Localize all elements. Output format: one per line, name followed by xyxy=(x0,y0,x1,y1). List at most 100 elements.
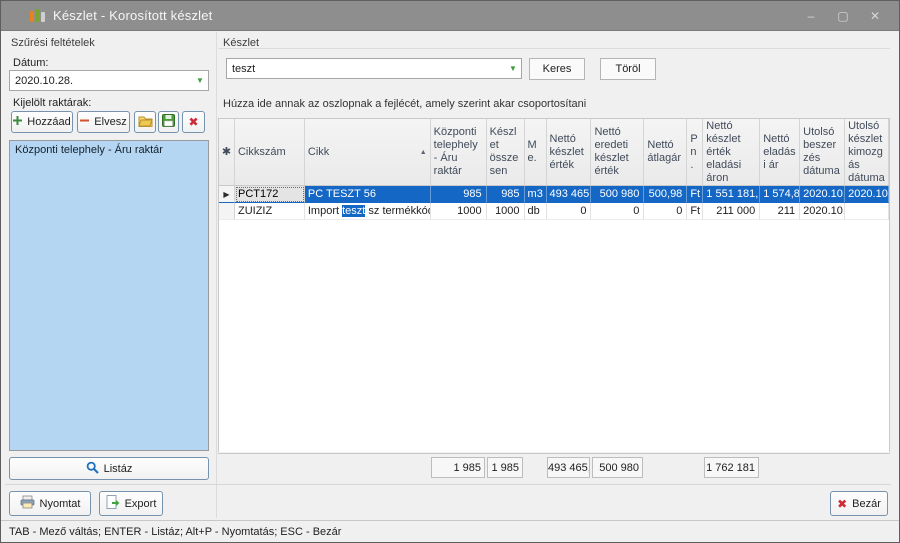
column-header-pn[interactable]: Pn. xyxy=(687,119,703,185)
stock-caption-line xyxy=(218,48,890,49)
column-header-label: Utolsó készlet kimozgás dátuma xyxy=(848,120,885,185)
export-icon xyxy=(106,495,120,512)
column-header-indicator[interactable]: ✱ xyxy=(219,119,235,185)
title-bar: Készlet - Korosított készlet – ▢ ✕ xyxy=(1,1,899,31)
red-x-icon: ✖ xyxy=(837,497,847,511)
close-window-button[interactable]: ✕ xyxy=(859,9,891,23)
cell-netto_keszlet[interactable]: 0 xyxy=(547,203,592,220)
export-button[interactable]: Export xyxy=(99,491,163,516)
search-button[interactable]: Keres xyxy=(529,58,585,80)
dialog-window: Készlet - Korosított készlet – ▢ ✕ Szűré… xyxy=(0,0,900,543)
summary-cell-cikk xyxy=(304,454,430,483)
cell-beszerzes[interactable]: 2020.10. xyxy=(800,186,845,203)
cell-kimozgas[interactable] xyxy=(845,203,889,220)
cell-cikk[interactable]: PC TESZT 56 xyxy=(305,186,431,203)
column-header-label: Központi telephely - Áru raktár xyxy=(434,126,483,178)
close-button-label: Bezár xyxy=(852,498,881,510)
cell-kimozgas[interactable]: 2020.10.27 xyxy=(845,186,889,203)
cell-kozponti[interactable]: 1000 xyxy=(431,203,487,220)
column-header-kimozgas[interactable]: Utolsó készlet kimozgás dátuma xyxy=(845,119,889,185)
cell-osszesen[interactable]: 985 xyxy=(487,186,525,203)
print-button-label: Nyomtat xyxy=(40,498,81,510)
print-button[interactable]: Nyomtat xyxy=(9,491,91,516)
column-header-netto_eredeti[interactable]: Nettó eredeti készlet érték xyxy=(591,119,644,185)
sort-ascending-icon: ▲ xyxy=(420,149,427,156)
cell-cikk[interactable]: Import teszt sz termékkód xyxy=(305,203,431,220)
date-combobox[interactable]: 2020.10.28. ▼ xyxy=(9,70,209,91)
cell-cikkszam[interactable]: PCT172 xyxy=(235,186,305,203)
cell-pn[interactable]: Ft xyxy=(687,186,703,203)
open-selection-button[interactable] xyxy=(134,111,156,133)
cell-pn[interactable]: Ft xyxy=(687,203,703,220)
cell-atlagar[interactable]: 0 xyxy=(644,203,687,220)
column-header-elad_aron[interactable]: Nettó készlet érték eladási áron xyxy=(703,119,760,185)
list-item[interactable]: Központi telephely - Áru raktár xyxy=(10,141,208,159)
cell-me[interactable]: db xyxy=(525,203,547,220)
column-header-osszesen[interactable]: Készlet összesen xyxy=(487,119,525,185)
cell-eladasi_ar[interactable]: 211 xyxy=(760,203,800,220)
column-header-netto_keszlet[interactable]: Nettó készlet érték xyxy=(547,119,592,185)
chevron-down-icon[interactable]: ▼ xyxy=(192,76,208,85)
table-row[interactable]: ▶PCT172PC TESZT 56985985m3493 465,3500 9… xyxy=(219,186,889,203)
summary-value: 493 465,3 xyxy=(547,457,590,478)
summary-value: 1 762 181 xyxy=(704,457,759,478)
table-row[interactable]: ZUIZIZImport teszt sz termékkód10001000d… xyxy=(219,203,889,220)
minimize-button[interactable]: – xyxy=(795,9,827,23)
folder-icon xyxy=(138,115,153,130)
cell-elad_aron[interactable]: 1 551 181,1 xyxy=(703,186,760,203)
column-header-cikkszam[interactable]: Cikkszám xyxy=(235,119,305,185)
grid-body: ▶PCT172PC TESZT 56985985m3493 465,3500 9… xyxy=(219,186,889,220)
cell-text: sz termékkód xyxy=(365,205,430,217)
cell-kozponti[interactable]: 985 xyxy=(431,186,487,203)
cell-osszesen[interactable]: 1000 xyxy=(487,203,525,220)
cell-netto_eredeti[interactable]: 500 980 xyxy=(591,186,644,203)
column-header-label: Cikkszám xyxy=(238,146,301,159)
chevron-down-icon[interactable]: ▼ xyxy=(505,64,521,73)
column-header-atlagar[interactable]: Nettó átlagár xyxy=(644,119,687,185)
list-button-label: Listáz xyxy=(104,463,133,475)
column-header-eladasi_ar[interactable]: Nettó eladási ár xyxy=(760,119,800,185)
column-header-me[interactable]: Me. xyxy=(525,119,547,185)
date-label: Dátum: xyxy=(13,57,48,69)
grid-summary-row: 1 9851 985493 465,3500 9801 762 181 xyxy=(218,453,890,483)
cell-indicator[interactable] xyxy=(219,203,235,220)
search-combobox[interactable]: teszt ▼ xyxy=(226,58,522,79)
date-value: 2020.10.28. xyxy=(10,75,192,87)
list-button[interactable]: Listáz xyxy=(9,457,209,480)
cell-text: Import xyxy=(308,205,342,217)
cell-eladasi_ar[interactable]: 1 574,8 xyxy=(760,186,800,203)
red-x-icon: ✖ xyxy=(188,115,198,129)
stock-grid: ✱ Cikkszám Cikk▲Központi telephely - Áru r… xyxy=(218,118,890,452)
maximize-button[interactable]: ▢ xyxy=(827,9,859,23)
cell-netto_keszlet[interactable]: 493 465,3 xyxy=(547,186,592,203)
column-header-kozponti[interactable]: Központi telephely - Áru raktár xyxy=(431,119,487,185)
summary-cell-me xyxy=(524,454,546,483)
add-warehouse-button[interactable]: Hozzáad xyxy=(11,111,73,133)
filter-group-caption: Szűrési feltételek xyxy=(11,37,95,49)
cell-elad_aron[interactable]: 211 000 xyxy=(703,203,760,220)
warehouse-listbox[interactable]: Központi telephely - Áru raktár xyxy=(9,140,209,451)
clear-search-button[interactable]: Töröl xyxy=(600,58,656,80)
cell-beszerzes[interactable]: 2020.10. xyxy=(800,203,845,220)
column-header-beszerzes[interactable]: Utolsó beszerzés dátuma xyxy=(800,119,845,185)
save-selection-button[interactable] xyxy=(158,111,179,133)
column-header-label: Nettó átlagár xyxy=(647,139,683,165)
cell-indicator[interactable]: ▶ xyxy=(219,186,235,203)
column-header-cikk[interactable]: Cikk▲ xyxy=(305,119,431,185)
cell-atlagar[interactable]: 500,98 xyxy=(644,186,687,203)
cell-me[interactable]: m3 xyxy=(525,186,547,203)
summary-cell-kimozgas xyxy=(845,454,889,483)
column-header-label: Nettó készlet érték eladási áron xyxy=(706,120,756,185)
footer-divider xyxy=(5,484,891,485)
summary-cell-pn xyxy=(687,454,703,483)
search-value: teszt xyxy=(227,63,505,75)
clear-selection-button[interactable]: ✖ xyxy=(182,111,205,133)
remove-warehouse-button[interactable]: Elvesz xyxy=(77,111,130,133)
save-icon xyxy=(162,114,175,130)
column-header-label: ✱ xyxy=(222,146,231,159)
summary-cell-cikkszam xyxy=(234,454,304,483)
cell-netto_eredeti[interactable]: 0 xyxy=(591,203,644,220)
column-header-label: Utolsó beszerzés dátuma xyxy=(803,126,841,178)
cell-cikkszam[interactable]: ZUIZIZ xyxy=(235,203,305,220)
close-button[interactable]: ✖ Bezár xyxy=(830,491,888,516)
